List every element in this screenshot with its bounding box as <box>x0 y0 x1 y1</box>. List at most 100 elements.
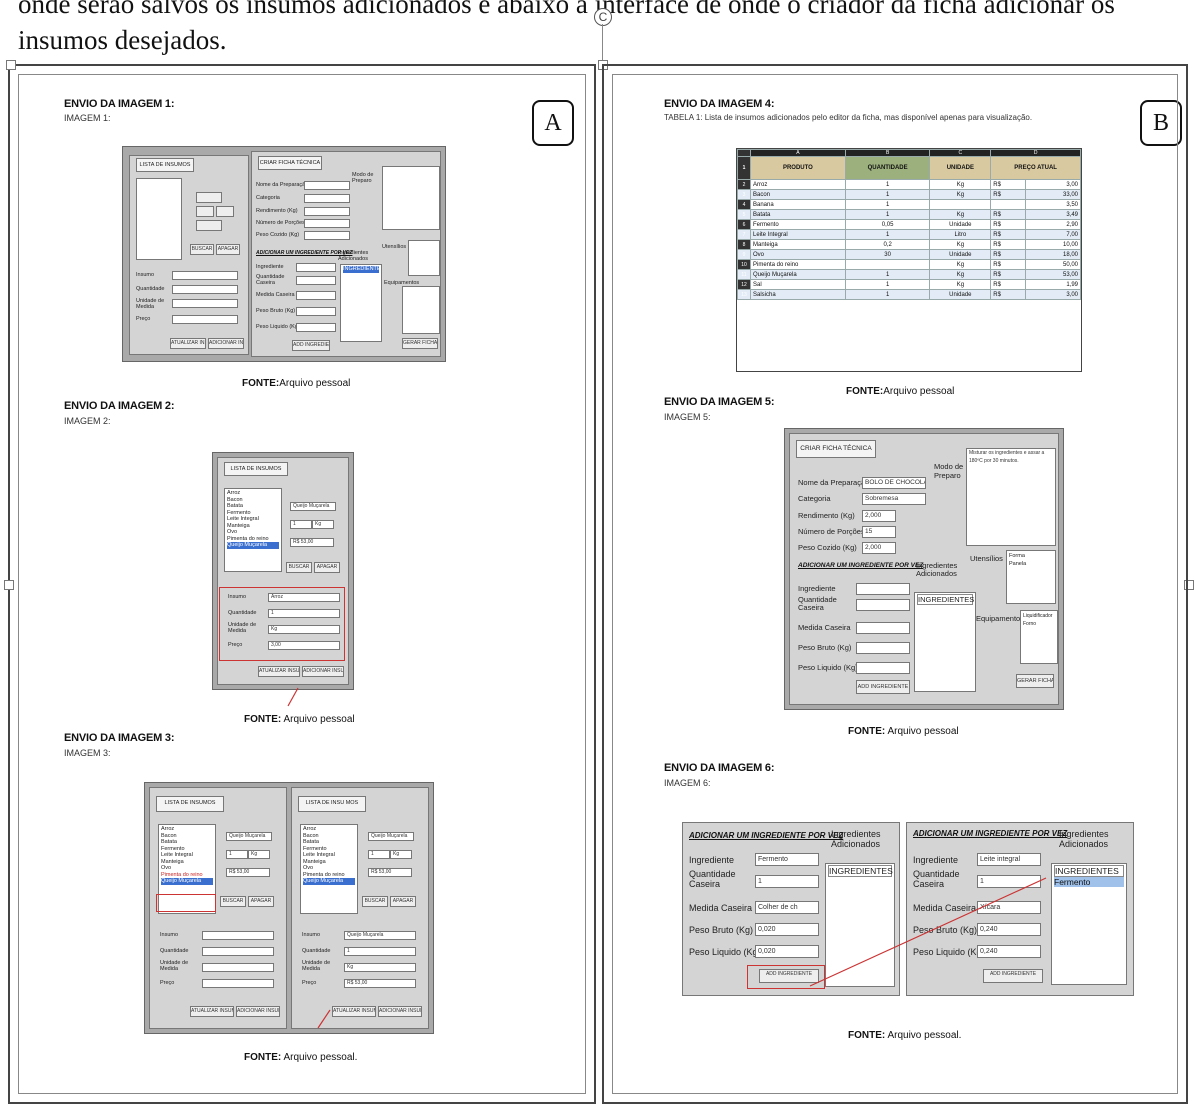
resize-handle-tl[interactable] <box>6 60 16 70</box>
img5-utensilios-list[interactable]: Forma Panela <box>1006 550 1056 604</box>
img6b-fld-qtd-caseira[interactable]: 1 <box>977 875 1041 888</box>
cell-quantidade[interactable]: 0,05 <box>844 219 931 230</box>
cell-produto[interactable]: Banana <box>750 199 846 210</box>
img5-fld-liquido[interactable] <box>856 662 910 674</box>
img3b-atualizar[interactable]: ATUALIZAR INSUMO <box>332 1006 376 1017</box>
img5-equip-0[interactable]: Liquidificador <box>1023 612 1055 620</box>
cell-moeda[interactable]: R$ <box>990 279 1027 290</box>
cell-preco[interactable]: 3,00 <box>1025 289 1081 300</box>
cell-unidade[interactable]: Kg <box>929 189 992 200</box>
img1-fld-liquido[interactable] <box>296 323 336 332</box>
img1-btn-2[interactable] <box>196 206 214 217</box>
cell-unidade[interactable]: Kg <box>929 269 992 280</box>
cell-unidade[interactable]: Unidade <box>929 289 992 300</box>
img1-ingredientes-list[interactable]: INGREDIENTES <box>340 264 382 342</box>
img2-apagar[interactable]: APAGAR <box>314 562 340 573</box>
img6b-add-ingrediente[interactable]: ADD INGREDIENTE <box>983 969 1043 983</box>
cell-produto[interactable]: Sal <box>750 279 846 290</box>
img5-utensilio-1[interactable]: Panela <box>1009 560 1053 568</box>
img1-fld-qtd-caseira[interactable] <box>296 276 336 285</box>
img2-atualizar[interactable]: ATUALIZAR INSUMO <box>258 666 300 677</box>
img3a-adicionar[interactable]: ADICIONAR INSUMO <box>236 1006 280 1017</box>
cell-unidade[interactable]: Litro <box>929 229 992 240</box>
img1-fld-medida[interactable] <box>296 291 336 300</box>
cell-quantidade[interactable]: 30 <box>844 249 931 260</box>
img6a-fld-bruto[interactable]: 0,020 <box>755 923 819 936</box>
img1-fld-rendimento[interactable] <box>304 207 350 216</box>
img1-fld-modo[interactable] <box>382 166 440 230</box>
cell-unidade[interactable]: Kg <box>929 179 992 190</box>
cell-unidade[interactable]: Unidade <box>929 249 992 260</box>
cell-moeda[interactable]: R$ <box>990 229 1027 240</box>
img1-fld-ingrediente[interactable] <box>296 263 336 272</box>
img3b-fld-preco[interactable]: R$ 53,00 <box>344 979 416 988</box>
cell-produto[interactable]: Leite Integral <box>750 229 846 240</box>
cell-quantidade[interactable]: 1 <box>844 209 931 220</box>
header-preco[interactable]: PREÇO ATUAL <box>990 156 1081 180</box>
img1-fld-insumo[interactable] <box>172 271 238 280</box>
img1-buscar[interactable]: BUSCAR <box>190 244 214 255</box>
cell-unidade[interactable]: Kg <box>929 279 992 290</box>
img2-item-8[interactable]: Queijo Muçarela <box>227 542 279 549</box>
cell-moeda[interactable]: R$ <box>990 209 1027 220</box>
cell-produto[interactable]: Pimenta do reino <box>750 259 846 270</box>
cell-moeda[interactable]: R$ <box>990 249 1027 260</box>
img6b-fld-ingrediente[interactable]: Leite integral <box>977 853 1041 866</box>
img3b-buscar[interactable]: BUSCAR <box>362 896 388 907</box>
cell-produto[interactable]: Salsicha <box>750 289 846 300</box>
cell-preco[interactable]: 3,00 <box>1025 179 1081 190</box>
cell-moeda[interactable]: R$ <box>990 179 1027 190</box>
cell-quantidade[interactable]: 1 <box>844 289 931 300</box>
resize-handle-ml[interactable] <box>4 580 14 590</box>
cell-moeda[interactable] <box>990 199 1027 210</box>
cell-produto[interactable]: Arroz <box>750 179 846 190</box>
img5-fld-categoria[interactable]: Sobremesa <box>862 493 926 505</box>
img5-ingredientes-list[interactable]: INGREDIENTES <box>914 592 976 692</box>
cell-quantidade[interactable]: 1 <box>844 199 931 210</box>
cell-preco[interactable]: 3,50 <box>1025 199 1081 210</box>
img5-fld-rendimento[interactable]: 2,000 <box>862 510 896 522</box>
img3b-adicionar[interactable]: ADICIONAR INSUMO <box>378 1006 422 1017</box>
img1-fld-peso-cozido[interactable] <box>304 231 350 240</box>
cell-preco[interactable]: 33,00 <box>1025 189 1081 200</box>
img3b-fld-unidade[interactable]: Kg <box>344 963 416 972</box>
img1-fld-bruto[interactable] <box>296 307 336 316</box>
img3b-items-list[interactable]: Arroz Bacon Batata Fermento Leite Integr… <box>300 824 358 914</box>
img2-items-list[interactable]: Arroz Bacon Batata Fermento Leite Integr… <box>224 488 282 572</box>
cell-quantidade[interactable]: 0,2 <box>844 239 931 250</box>
cell-quantidade[interactable]: 1 <box>844 189 931 200</box>
header-unidade[interactable]: UNIDADE <box>929 156 992 180</box>
img1-gerar[interactable]: GERAR FICHA <box>402 338 438 349</box>
cell-unidade[interactable]: Kg <box>929 259 992 270</box>
cell-preco[interactable]: 18,00 <box>1025 249 1081 260</box>
img1-atualizar[interactable]: ATUALIZAR INSUMO <box>170 338 206 349</box>
img6b-fld-medida[interactable]: Xícara <box>977 901 1041 914</box>
img1-fld-quantidade[interactable] <box>172 285 238 294</box>
header-quantidade[interactable]: QUANTIDADE <box>844 156 931 180</box>
img1-fld-porcoes[interactable] <box>304 219 350 228</box>
img1-btn-4[interactable] <box>196 220 222 231</box>
cell-quantidade[interactable]: 1 <box>844 179 931 190</box>
img5-add-ingrediente[interactable]: ADD INGREDIENTE <box>856 680 910 694</box>
cell-moeda[interactable]: R$ <box>990 239 1027 250</box>
img1-insumos-list[interactable] <box>136 178 182 260</box>
img1-fld-nome[interactable] <box>304 181 350 190</box>
img5-utensilio-0[interactable]: Forma <box>1009 552 1053 560</box>
img1-btn-3[interactable] <box>216 206 234 217</box>
img5-fld-porcoes[interactable]: 15 <box>862 526 896 538</box>
img3a-buscar[interactable]: BUSCAR <box>220 896 246 907</box>
cell-unidade[interactable]: Unidade <box>929 219 992 230</box>
cell-unidade[interactable]: Kg <box>929 209 992 220</box>
cell-produto[interactable]: Fermento <box>750 219 846 230</box>
img6a-ingredientes-list[interactable]: INGREDIENTES <box>825 863 895 987</box>
img1-add-ingrediente[interactable]: ADD INGREDIENTE <box>292 340 330 351</box>
img2-adicionar[interactable]: ADICIONAR INSUMO <box>302 666 344 677</box>
cell-quantidade[interactable] <box>844 259 931 270</box>
cell-produto[interactable]: Manteiga <box>750 239 846 250</box>
img6b-fld-bruto[interactable]: 0,240 <box>977 923 1041 936</box>
img5-fld-bruto[interactable] <box>856 642 910 654</box>
cell-preco[interactable]: 3,49 <box>1025 209 1081 220</box>
cell-moeda[interactable]: R$ <box>990 259 1027 270</box>
img5-fld-medida[interactable] <box>856 622 910 634</box>
cell-preco[interactable]: 10,00 <box>1025 239 1081 250</box>
